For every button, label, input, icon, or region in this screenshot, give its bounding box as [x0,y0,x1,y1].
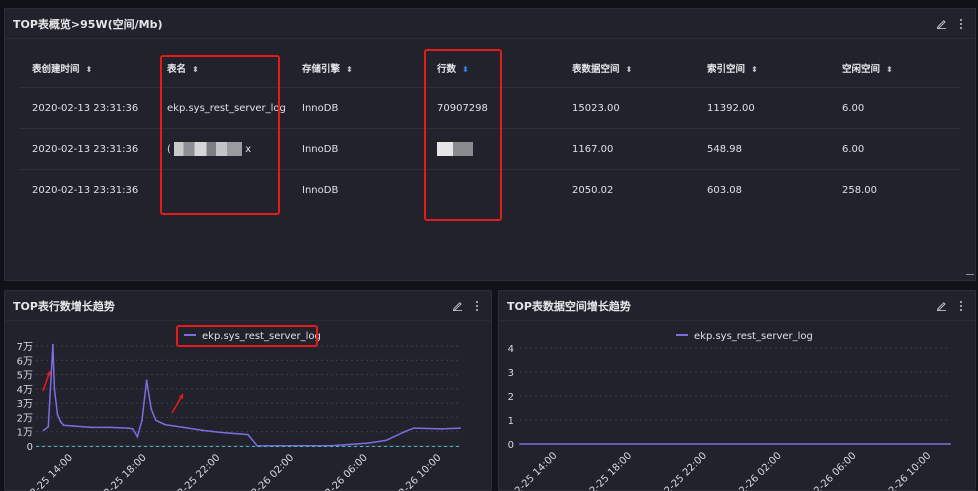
data-point [182,426,185,429]
x-tick-label: 02-25 22:00 [172,452,223,491]
data-point [385,439,388,442]
panel-header: TOP表概览>95W(空间/Mb) [5,9,975,39]
data-point [53,388,56,390]
cell-data-space: 2050.02 [572,185,614,196]
panel-title: TOP表行数增长趋势 [13,299,115,313]
cell-index-space: 603.08 [707,185,742,196]
data-point [949,443,951,445]
x-tick-label: 02-26 10:00 [393,452,444,491]
data-point [141,419,143,422]
data-point [62,424,65,427]
col-header-free-space[interactable]: 空闲空间 ⬍ [830,61,960,75]
data-point [127,427,130,429]
cell-engine: InnoDB [302,185,339,196]
data-point [90,426,93,429]
cell-index-space: 548.98 [707,143,742,155]
panel-title: TOP表数据空间增长趋势 [507,299,631,313]
data-space-trend-chart: 0 1 2 3 4 02-25 14:00 02-25 18:00 02-25 22:00 02… [508,331,951,491]
sort-icon: ⬍ [625,64,633,74]
data-point [403,430,406,433]
panel-header: TOP表数据空间增长趋势 [499,291,975,321]
data-point [519,443,521,445]
x-tick-label: 02-25 18:00 [583,450,634,491]
y-tick-label: 7万 [17,342,33,353]
cell-data-space: 1167.00 [572,143,614,155]
y-tick-label: 0 [27,442,33,453]
y-tick-label: 1 [508,416,514,427]
data-point [256,445,259,447]
annotation-box-rows-column [424,49,502,221]
y-tick-label: 4 [508,344,514,355]
panel-header: TOP表行数增长趋势 [5,291,491,321]
data-point [154,419,157,422]
cell-index-space: 11392.00 [707,102,755,114]
cell-engine: InnoDB [302,102,339,114]
y-tick-label: 4万 [17,385,33,396]
cell-created: 2020-02-13 23:31:36 [32,102,139,114]
cell-free-space: 6.00 [842,102,865,114]
data-point [247,433,249,436]
data-point [136,435,139,438]
more-menu-icon[interactable] [955,300,967,312]
legend-label: ekp.sys_rest_server_log [694,331,813,342]
edit-icon[interactable] [935,300,947,312]
sort-icon: ⬍ [751,64,758,74]
data-point [131,428,134,430]
x-tick-label: 02-26 02:00 [245,452,296,491]
x-tick-label: 02-26 06:00 [319,452,370,491]
annotation-box-legend [176,325,318,347]
cell-free-space: 6.00 [842,143,865,155]
data-point [42,429,45,432]
data-point [164,423,166,426]
panel-title: TOP表概览>95W(空间/Mb) [13,17,163,31]
data-point [56,413,59,416]
x-tick-label: 02-26 02:00 [733,450,784,491]
col-header-engine[interactable]: 存储引擎 ⬍ [290,61,425,75]
y-tick-label: 0 [508,440,514,451]
y-tick-label: 1万 [17,428,33,439]
data-point [459,427,461,429]
data-point [108,426,111,429]
data-point [413,427,415,429]
cell-data-space: 15023.00 [572,102,620,114]
annotation-box-name-column [160,55,280,215]
y-tick-label: 2 [508,392,514,403]
y-tick-label: 3万 [17,399,33,410]
data-point [201,429,203,432]
cell-engine: InnoDB [302,143,339,155]
more-menu-icon[interactable] [471,300,483,312]
data-point [47,425,50,428]
y-tick-label: 3 [508,368,514,379]
x-tick-label: 02-26 10:00 [882,450,933,491]
data-point [440,428,443,430]
edit-icon[interactable] [451,300,463,312]
x-tick-label: 02-25 14:00 [509,450,560,491]
x-tick-label: 02-25 14:00 [24,452,75,491]
col-header-index-space[interactable]: 索引空间 ⬍ [695,61,830,75]
data-point [72,425,74,427]
data-point [366,442,369,444]
more-menu-icon[interactable] [955,18,967,30]
x-tick-label: 02-25 18:00 [98,452,149,491]
cell-created: 2020-02-13 23:31:36 [32,143,139,155]
cell-created: 2020-02-13 23:31:36 [32,185,139,196]
resize-handle[interactable] [966,274,974,275]
y-tick-label: 2万 [17,413,33,424]
data-point [59,420,62,423]
y-tick-label: 6万 [17,356,33,367]
cell-free-space: 258.00 [842,185,877,196]
x-tick-label: 02-25 22:00 [658,450,709,491]
data-point [219,431,222,434]
edit-icon[interactable] [935,18,947,30]
data-point [150,408,153,410]
col-header-created[interactable]: 表创建时间 ⬍ [20,61,155,75]
data-point [52,343,54,346]
sort-icon: ⬍ [85,64,93,74]
col-header-data-space[interactable]: 表数据空间 ⬍ [560,61,695,75]
data-point [145,379,148,382]
x-tick-label: 02-26 06:00 [808,450,859,491]
y-tick-label: 5万 [17,371,33,382]
sort-icon: ⬍ [886,64,893,74]
sort-icon: ⬍ [346,64,353,74]
